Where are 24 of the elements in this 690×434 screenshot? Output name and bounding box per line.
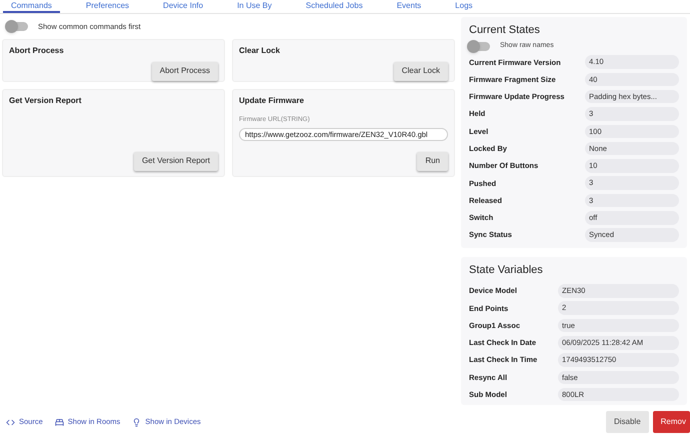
bulb-icon bbox=[132, 418, 142, 426]
toggle-switch[interactable] bbox=[469, 42, 490, 51]
tab[interactable]: Commands bbox=[3, 0, 60, 13]
tab[interactable]: Preferences bbox=[78, 0, 138, 13]
tab[interactable]: Device Info bbox=[155, 0, 212, 13]
command-title: Get Version Report bbox=[9, 95, 82, 107]
code-icon bbox=[6, 418, 15, 426]
footer-button[interactable]: Disable bbox=[606, 411, 649, 433]
tab[interactable]: Events bbox=[388, 0, 430, 13]
command-button[interactable]: Get Version Report bbox=[134, 152, 218, 170]
card-title: State Variables bbox=[469, 262, 543, 278]
command-title: Abort Process bbox=[9, 45, 64, 57]
bed-icon bbox=[54, 418, 64, 426]
command-title: Clear Lock bbox=[239, 45, 280, 57]
tab[interactable]: Logs bbox=[447, 0, 481, 13]
tab[interactable]: Scheduled Jobs bbox=[298, 0, 371, 13]
command-button[interactable]: Run bbox=[417, 152, 448, 170]
toggle-switch[interactable] bbox=[7, 22, 28, 31]
command-button[interactable]: Abort Process bbox=[152, 62, 218, 80]
command-button[interactable]: Clear Lock bbox=[394, 62, 448, 80]
tab[interactable]: In Use By bbox=[229, 0, 280, 13]
card-title: Current States bbox=[469, 23, 540, 38]
command-title: Update Firmware bbox=[239, 95, 304, 107]
footer-button[interactable]: Remov bbox=[652, 411, 690, 433]
